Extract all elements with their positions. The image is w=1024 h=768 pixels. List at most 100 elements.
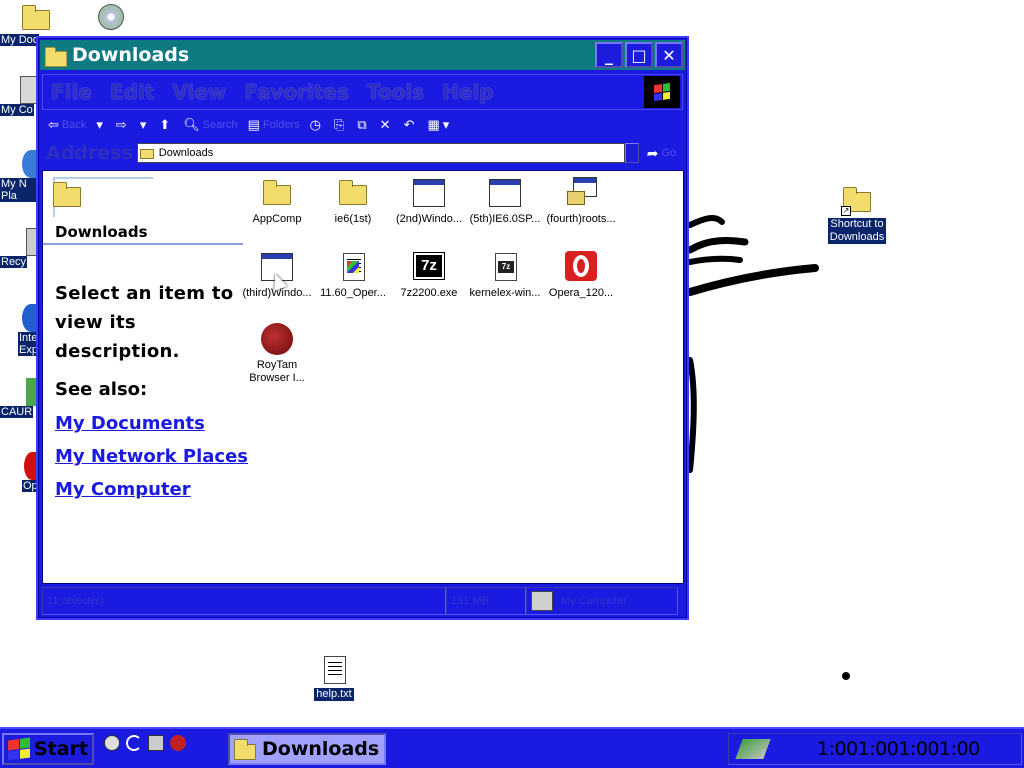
desktop-icon-my-computer[interactable]: My Co (0, 76, 40, 116)
menu-tools[interactable]: Tools (367, 80, 424, 104)
file-label: Opera_120... (548, 287, 614, 299)
opera-quicklaunch-icon[interactable] (170, 735, 186, 751)
network-tray-icon[interactable] (735, 739, 771, 759)
folder-icon (261, 177, 293, 209)
file-label: (2nd)Windo... (395, 213, 463, 225)
file-item[interactable]: (2nd)Windo... (391, 177, 467, 226)
desktop-icon-internet-explorer[interactable]: Inte Exp (0, 304, 40, 356)
desktop-icon-label: help.txt (314, 688, 354, 701)
clock[interactable]: 1:001:001:001:00 (817, 738, 980, 760)
window-icon (413, 177, 445, 209)
system-tray: 1:001:001:001:00 (728, 733, 1022, 765)
show-desktop-icon[interactable] (126, 735, 142, 751)
desktop-icon-label: My N Pla (0, 178, 36, 202)
search-button[interactable]: 🔍︎ Search (183, 117, 237, 133)
toolbar: ⇦ Back ▾ ⇨ ▾ ⬆ 🔍︎ Search ▤ Folders ◷ ⎘ ⧉ ✕ … (42, 112, 683, 138)
back-arrow-icon: ⇦ (48, 117, 59, 132)
menu-file[interactable]: File (51, 80, 92, 104)
windows-logo-icon (8, 737, 30, 761)
explorer-window[interactable]: Downloads _ □ ✕ File Edit View Favorites… (36, 36, 689, 620)
status-size: 131 MB (446, 587, 526, 615)
folders-label: Folders (262, 119, 300, 131)
web-view-pane: Downloads Select an item to view its des… (43, 171, 248, 583)
history-icon: ◷ (309, 117, 321, 132)
views-button[interactable]: ▦ ▾ (427, 117, 452, 133)
folder-icon (337, 177, 369, 209)
text-file-icon (318, 654, 350, 686)
title-bar[interactable]: Downloads _ □ ✕ (40, 40, 685, 70)
link-my-network-places[interactable]: My Network Places (55, 446, 248, 467)
forward-arrow-icon: ⇨ (115, 117, 127, 132)
copy-to-button[interactable]: ⧉ (357, 117, 369, 133)
forward-button[interactable]: ⇨ (116, 117, 130, 133)
file-item[interactable]: 11.60_Oper... (315, 251, 391, 300)
desktop-icon-help-txt[interactable]: help.txt (302, 654, 366, 701)
desktop-icon-label: Recy (0, 256, 28, 268)
pane-header: Downloads (43, 171, 243, 245)
window-title: Downloads (72, 44, 190, 66)
link-my-computer[interactable]: My Computer (55, 479, 191, 500)
history-button[interactable]: ◷ (310, 117, 324, 133)
folder-icon (234, 738, 258, 760)
desktop-icon-label: My Co (0, 104, 34, 116)
status-objects: 11 object(s) (42, 587, 446, 615)
close-button[interactable]: ✕ (655, 42, 683, 68)
back-label: Back (61, 119, 87, 131)
go-arrow-icon: ➦ (646, 144, 659, 161)
desktop-icon-recycle-bin[interactable]: Recy (0, 228, 40, 268)
desktop-icon-caur[interactable]: CAUR (0, 378, 40, 418)
menu-view[interactable]: View (172, 80, 226, 104)
cd-icon[interactable] (96, 2, 126, 32)
file-label: 11.60_Oper... (320, 287, 386, 299)
folders-icon: ▤ (247, 117, 260, 132)
maximize-button[interactable]: □ (625, 42, 653, 68)
file-label: kernelex-win... (469, 287, 541, 299)
desktop-icon-label: My Doc (0, 34, 40, 46)
desktop-icon-opera[interactable]: Op (0, 452, 40, 492)
menu-favorites[interactable]: Favorites (244, 80, 349, 104)
address-dropdown[interactable] (624, 143, 639, 163)
shortcut-label-line1: Shortcut to (828, 218, 886, 231)
shortcut-label-line2: Downloads (827, 231, 887, 244)
file-item[interactable]: 7z 7z2200.exe (391, 251, 467, 300)
forward-dropdown[interactable]: ▾ (140, 117, 150, 133)
folder-shortcut-icon: ↗ (841, 184, 873, 216)
task-label: Downloads (262, 738, 380, 760)
file-item[interactable]: Opera_120... (543, 251, 619, 300)
outlook-icon[interactable] (148, 735, 164, 751)
address-value: Downloads (158, 147, 214, 159)
folder-icon (44, 43, 68, 67)
7zip-icon: 7z (413, 251, 445, 283)
desktop-shortcut-downloads[interactable]: ↗ Shortcut to Downloads (826, 184, 888, 244)
back-dropdown[interactable]: ▾ (96, 117, 106, 133)
link-my-documents[interactable]: My Documents (55, 413, 205, 434)
up-folder-button[interactable]: ⬆ (159, 117, 173, 133)
file-item[interactable]: AppComp (239, 177, 315, 226)
file-item[interactable]: (5th)IE6.0SP... (467, 177, 543, 226)
copy-to-icon: ⧉ (357, 117, 367, 132)
installer-icon (565, 177, 597, 209)
minimize-button[interactable]: _ (595, 42, 623, 68)
undo-button[interactable]: ↶ (404, 117, 418, 133)
file-item[interactable]: (fourth)roots... (543, 177, 619, 226)
file-item[interactable]: RoyTam Browser I... (239, 323, 315, 385)
delete-button[interactable]: ✕ (380, 117, 394, 133)
address-input[interactable]: Downloads (136, 143, 625, 163)
file-item[interactable]: ie6(1st) (315, 177, 391, 226)
search-label: Search (202, 119, 238, 131)
file-label: (fourth)roots... (546, 213, 616, 225)
file-label: RoyTam Browser I... (249, 359, 305, 384)
start-button[interactable]: Start (2, 733, 94, 765)
file-item[interactable]: 7z kernelex-win... (467, 251, 543, 300)
folders-button[interactable]: ▤ Folders (248, 117, 300, 133)
move-to-button[interactable]: ⎘ (334, 117, 347, 133)
menu-help[interactable]: Help (442, 80, 493, 104)
menu-edit[interactable]: Edit (110, 80, 154, 104)
desktop-icon-network[interactable]: My N Pla (0, 150, 40, 202)
go-button[interactable]: ➦ Go (647, 145, 676, 162)
taskbar-button-downloads[interactable]: Downloads (228, 733, 386, 765)
desktop-icon-my-documents[interactable]: My Doc (0, 2, 50, 46)
back-button[interactable]: ⇦ Back (48, 117, 86, 133)
folder-icon (139, 147, 156, 159)
ie-quicklaunch-icon[interactable] (104, 735, 120, 751)
